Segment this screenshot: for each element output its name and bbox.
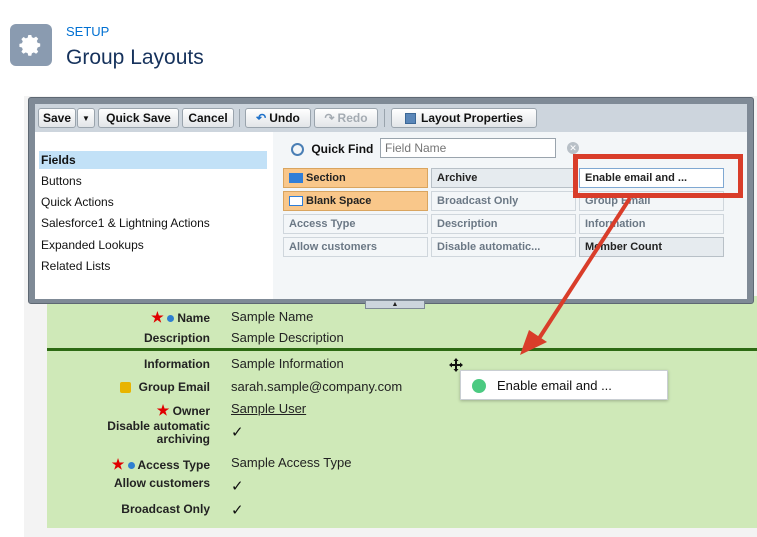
field-label-description[interactable]: Description: [100, 331, 210, 345]
palette-field-allow-customers[interactable]: Allow customers: [283, 237, 428, 257]
category-expanded-lookups[interactable]: Expanded Lookups: [39, 236, 267, 254]
undo-icon: ↶: [256, 111, 267, 125]
field-value-access-type: Sample Access Type: [231, 455, 352, 470]
category-buttons[interactable]: Buttons: [39, 172, 267, 190]
field-value-owner[interactable]: Sample User: [231, 401, 306, 416]
palette-field-disable-automatic[interactable]: Disable automatic...: [431, 237, 576, 257]
field-label-information[interactable]: Information: [100, 357, 210, 371]
palette-body: Save ▼ Quick Save Cancel ↶ Undo ↷ Redo L…: [35, 104, 747, 299]
save-button[interactable]: Save: [38, 108, 76, 128]
clear-search-icon[interactable]: ✕: [567, 142, 579, 154]
field-label-group-email[interactable]: Group Email: [100, 380, 210, 394]
gear-icon: [19, 35, 41, 56]
field-palette: Save ▼ Quick Save Cancel ↶ Undo ↷ Redo L…: [28, 97, 754, 309]
save-dropdown-chevron-icon[interactable]: ▼: [77, 108, 95, 128]
category-lightning-actions[interactable]: Salesforce1 & Lightning Actions: [39, 214, 267, 232]
highlight-box: [573, 154, 743, 198]
required-icon: ★: [111, 456, 125, 472]
quick-find-input[interactable]: [380, 138, 556, 158]
palette-category-list: Fields Buttons Quick Actions Salesforce1…: [35, 132, 273, 299]
quick-find-label: Quick Find: [291, 142, 373, 157]
search-icon: [291, 143, 304, 157]
field-label-access-type[interactable]: ★ Access Type: [90, 456, 210, 473]
palette-field-member-count[interactable]: Member Count: [579, 237, 724, 257]
properties-icon: [404, 112, 416, 124]
field-label-owner[interactable]: ★ Owner: [100, 402, 210, 419]
field-label-allow-customers[interactable]: Allow customers: [90, 476, 210, 490]
field-value-broadcast-only-check: ✓: [231, 502, 244, 519]
palette-field-description[interactable]: Description: [431, 214, 576, 234]
redo-icon: ↷: [324, 111, 335, 125]
palette-field-information[interactable]: Information: [579, 214, 724, 234]
redo-button[interactable]: ↷ Redo: [314, 108, 378, 128]
palette-field-access-type[interactable]: Access Type: [283, 214, 428, 234]
field-value-information: Sample Information: [231, 356, 344, 371]
field-label-broadcast-only[interactable]: Broadcast Only: [90, 502, 210, 516]
palette-field-broadcast-only[interactable]: Broadcast Only: [431, 191, 576, 211]
field-label-name[interactable]: ★ Name: [120, 309, 210, 326]
blue-dot-icon: [127, 462, 135, 470]
toolbar-separator: [239, 109, 240, 127]
field-value-group-email: sarah.sample@company.com: [231, 379, 403, 394]
palette-field-blank-space[interactable]: Blank Space: [283, 191, 428, 211]
toolbar-separator: [384, 109, 385, 127]
layout-properties-button[interactable]: Layout Properties: [391, 108, 537, 128]
field-value-description: Sample Description: [231, 330, 344, 345]
palette-field-section[interactable]: Section: [283, 168, 428, 188]
palette-field-archive[interactable]: Archive: [431, 168, 576, 188]
section-icon: [289, 173, 303, 184]
setup-gear-icon: [10, 24, 52, 66]
field-label-disable-automatic-archiving[interactable]: Disable automatic archiving: [90, 420, 210, 446]
drop-target-line: [47, 348, 757, 351]
field-value-name: Sample Name: [231, 309, 314, 324]
undo-button[interactable]: ↶ Undo: [245, 108, 311, 128]
required-icon: ★: [151, 309, 164, 325]
collapse-palette-handle[interactable]: ▲: [365, 301, 425, 309]
field-value-allow-customers-check: ✓: [231, 478, 244, 495]
required-icon: ★: [156, 402, 170, 418]
toolbar: Save ▼ Quick Save Cancel ↶ Undo ↷ Redo L…: [35, 104, 747, 132]
category-quick-actions[interactable]: Quick Actions: [39, 193, 267, 211]
drag-preview-tooltip: Enable email and ...: [460, 370, 668, 400]
lock-icon: [120, 382, 132, 394]
page-title: Group Layouts: [66, 46, 204, 69]
category-fields[interactable]: Fields: [39, 151, 267, 169]
field-value-disable-archiving-check: ✓: [231, 424, 244, 441]
setup-label: SETUP: [66, 24, 110, 39]
blue-dot-icon: [166, 315, 174, 323]
category-related-lists[interactable]: Related Lists: [39, 257, 267, 275]
quick-save-button[interactable]: Quick Save: [98, 108, 179, 128]
blank-space-icon: [289, 196, 303, 207]
cancel-button[interactable]: Cancel: [182, 108, 234, 128]
checkmark-circle-icon: [472, 379, 486, 393]
